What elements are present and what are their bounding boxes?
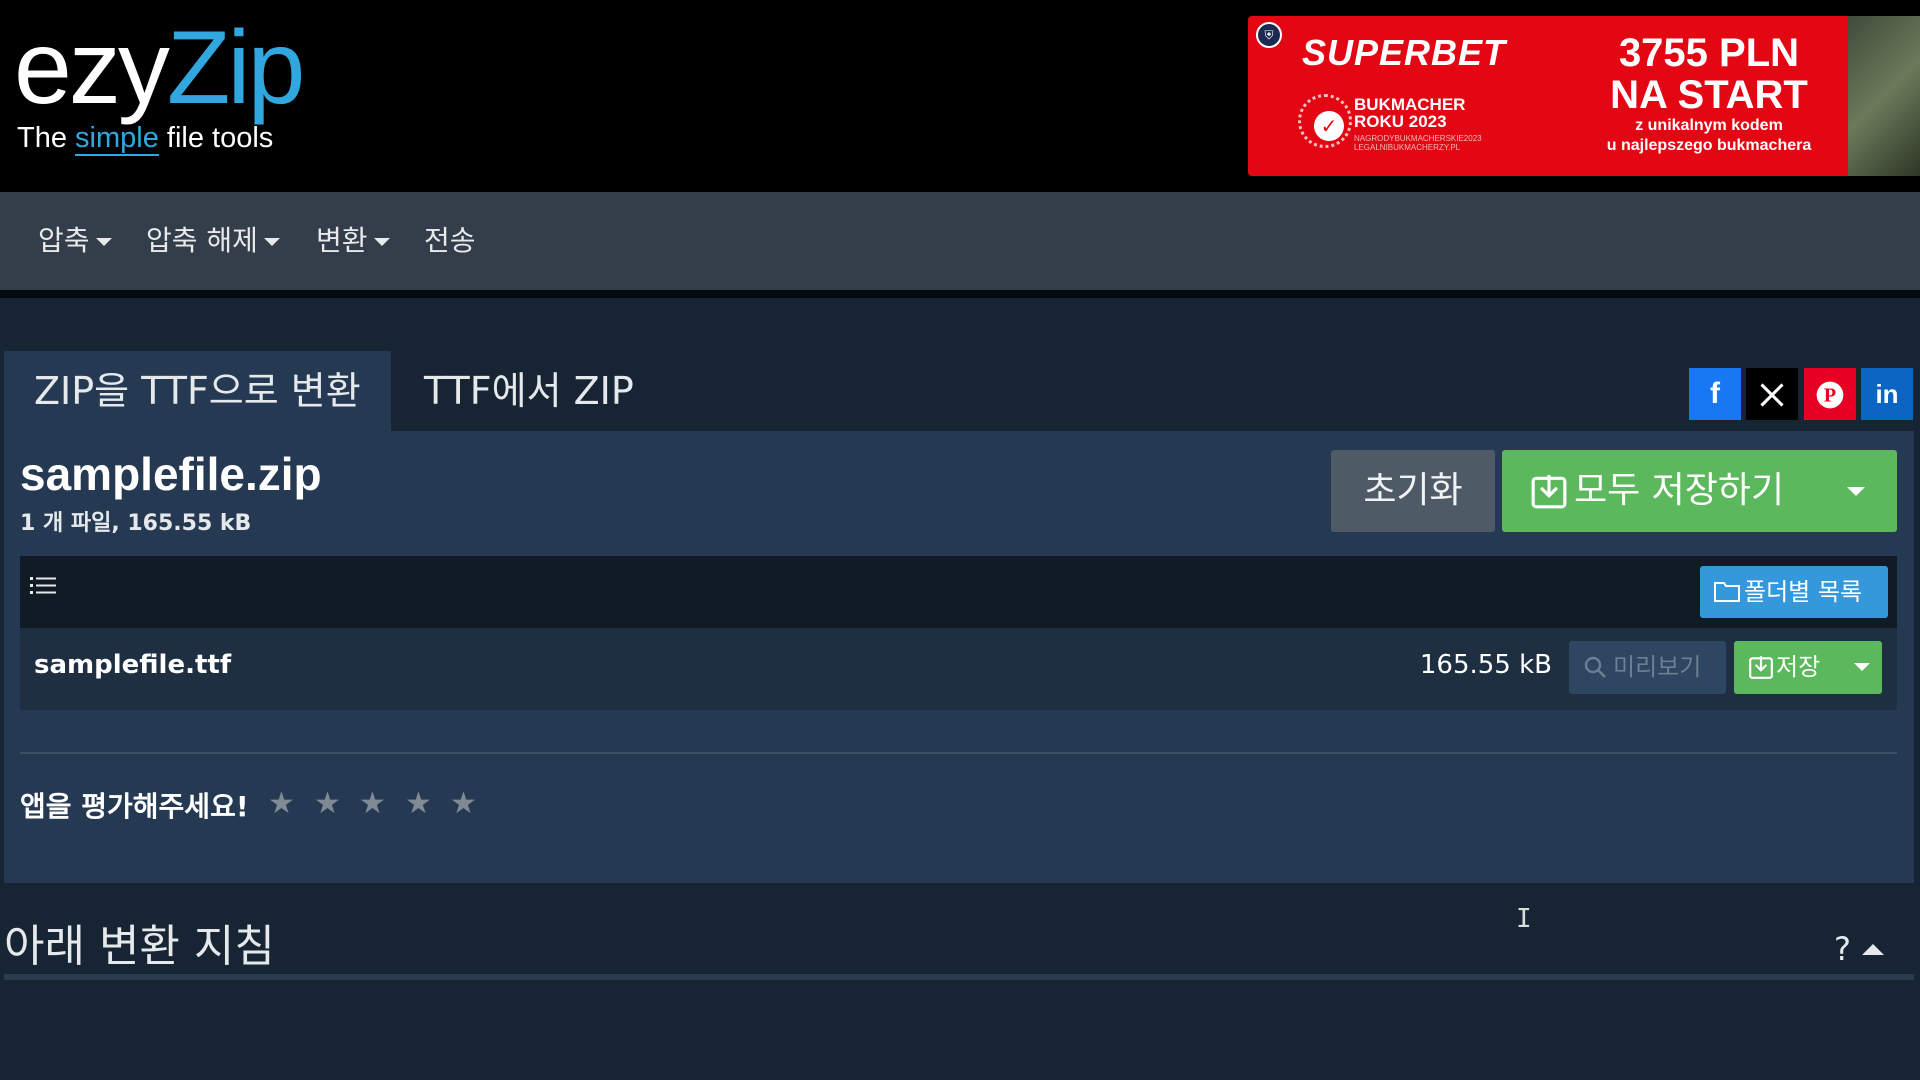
logo-text-ezy: ezy [14,10,170,126]
archive-name: samplefile.zip [20,448,322,500]
top-header: ezyZip The simple file tools ⛨ SUPERBET … [0,0,1920,192]
save-file-dropdown[interactable] [1842,641,1882,694]
save-all-button[interactable]: 모두 저장하기 [1502,450,1897,532]
list-view-icon[interactable] [30,574,56,598]
archive-meta: 1 개 파일, 165.55 kB [20,511,252,536]
ad-subtext: z unikalnym kodem u najlepszego bukmache… [1606,117,1812,154]
preview-button[interactable]: 미리보기 [1569,641,1726,694]
nav-item-transfer[interactable]: 전송 [424,216,476,266]
rating-star-4[interactable]: ★ [405,786,432,821]
logo-text-zip: Zip [166,10,305,126]
nav-item-extract[interactable]: 압축 해제 [146,216,280,266]
section-divider [20,752,1897,754]
ad-award-text: BUKMACHER ROKU 2023 [1354,95,1466,131]
caret-down-icon [1847,487,1865,496]
rating-star-2[interactable]: ★ [314,786,341,821]
linkedin-share-button[interactable]: in [1861,368,1913,420]
x-share-button[interactable] [1746,368,1798,420]
save-file-button[interactable]: 저장 [1734,641,1882,694]
nav-item-convert[interactable]: 변환 [316,216,390,266]
rating-star-3[interactable]: ★ [359,786,386,821]
tab-zip-to-ttf[interactable]: ZIP을 TTF으로 변환 [4,351,391,431]
advertisement-banner[interactable]: ⛨ SUPERBET ✓ BUKMACHER ROKU 2023 NAGRODY… [1248,16,1920,176]
guide-title: 아래 변환 지침 [4,921,275,972]
facebook-icon: f [1710,377,1720,410]
ezyzip-logo[interactable]: ezyZip The simple file tools [14,16,305,156]
folder-view-button[interactable]: 폴더별 목록 [1700,566,1888,618]
ad-brand: SUPERBET [1302,32,1507,73]
help-icon[interactable]: ? [1834,930,1851,968]
guide-underline [4,974,1914,980]
ad-amount: 3755 PLN NA START [1610,31,1808,117]
caret-down-icon [263,238,280,246]
svg-text:P: P [1824,385,1836,407]
tab-ttf-to-zip[interactable]: TTF에서 ZIP [394,351,664,431]
linkedin-icon: in [1875,379,1899,409]
file-row-size: 165.55 kB [1419,650,1552,680]
download-box-icon [1531,475,1567,509]
main-nav: 압축 압축 해제 변환 전송 [0,192,1920,290]
folder-icon [1714,582,1740,602]
text-cursor-icon: I [1516,904,1532,934]
ad-image [1848,16,1920,176]
ad-fine-print: NAGRODYBUKMACHERSKIE2023 LEGALNIBUKMACHE… [1354,134,1482,152]
caret-down-icon [1854,663,1870,671]
reset-button[interactable]: 초기화 [1331,450,1495,532]
logo-tagline: The simple file tools [17,122,274,156]
file-row-name[interactable]: samplefile.ttf [34,650,231,680]
file-list-toolbar [20,556,1897,628]
pinterest-icon: P [1814,377,1846,410]
nav-item-compress[interactable]: 압축 [38,216,112,266]
caret-down-icon [373,238,390,246]
pinterest-share-button[interactable]: P [1804,368,1856,420]
collapse-up-icon[interactable] [1862,944,1884,955]
rating-label: 앱을 평가해주세요! [20,790,249,823]
save-all-label: 모두 저장하기 [1574,470,1785,511]
ad-shield-icon[interactable]: ⛨ [1256,22,1282,48]
search-icon [1584,656,1606,678]
caret-down-icon [95,238,112,246]
facebook-share-button[interactable]: f [1689,368,1741,420]
save-all-dropdown[interactable] [1817,450,1897,532]
rating-star-5[interactable]: ★ [450,786,477,821]
ad-check-icon: ✓ [1314,111,1344,141]
x-icon [1758,377,1786,410]
download-box-icon [1749,656,1773,679]
nav-divider [0,290,1920,298]
rating-star-1[interactable]: ★ [268,786,295,821]
